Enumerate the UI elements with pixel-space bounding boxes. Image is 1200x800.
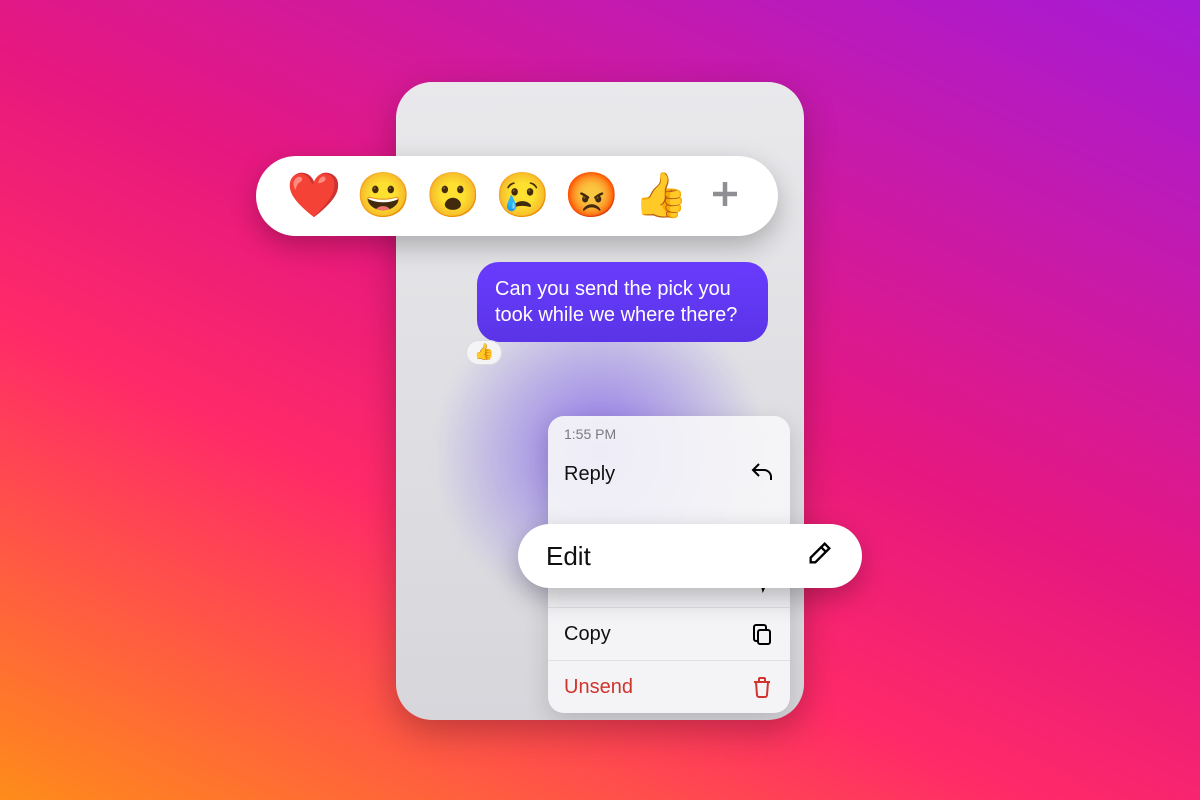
reaction-sad[interactable]: 😢: [495, 174, 550, 218]
reply-arrow-icon: [750, 462, 774, 486]
copy-icon: [750, 622, 774, 646]
reaction-thumbs-up[interactable]: 👍: [634, 174, 689, 218]
emoji-reaction-bar: ❤️ 😀 😮 😢 😡 👍: [256, 156, 778, 236]
sent-message-bubble[interactable]: Can you send the pick you took while we …: [477, 262, 768, 342]
plus-icon: [707, 176, 743, 217]
menu-item-edit[interactable]: Edit: [518, 524, 862, 588]
gradient-background: Can you send the pick you took while we …: [0, 0, 1200, 800]
add-reaction-button[interactable]: [703, 174, 747, 218]
pencil-icon: [806, 539, 834, 574]
menu-item-unsend[interactable]: Unsend: [548, 660, 790, 713]
reaction-laugh[interactable]: 😀: [356, 174, 411, 218]
reaction-emoji: 👍: [474, 344, 494, 361]
menu-label-copy: Copy: [564, 623, 611, 646]
trash-icon: [750, 675, 774, 699]
message-reaction-chip[interactable]: 👍: [466, 340, 502, 365]
reaction-angry[interactable]: 😡: [564, 174, 619, 218]
menu-label-unsend: Unsend: [564, 676, 633, 699]
menu-label-edit: Edit: [546, 541, 591, 572]
message-text: Can you send the pick you took while we …: [495, 278, 737, 326]
menu-item-reply[interactable]: Reply: [548, 448, 790, 500]
menu-label-reply: Reply: [564, 463, 615, 486]
reaction-heart[interactable]: ❤️: [287, 174, 342, 218]
reaction-wow[interactable]: 😮: [426, 174, 481, 218]
menu-item-copy[interactable]: Copy: [548, 607, 790, 660]
menu-timestamp: 1:55 PM: [548, 416, 790, 448]
